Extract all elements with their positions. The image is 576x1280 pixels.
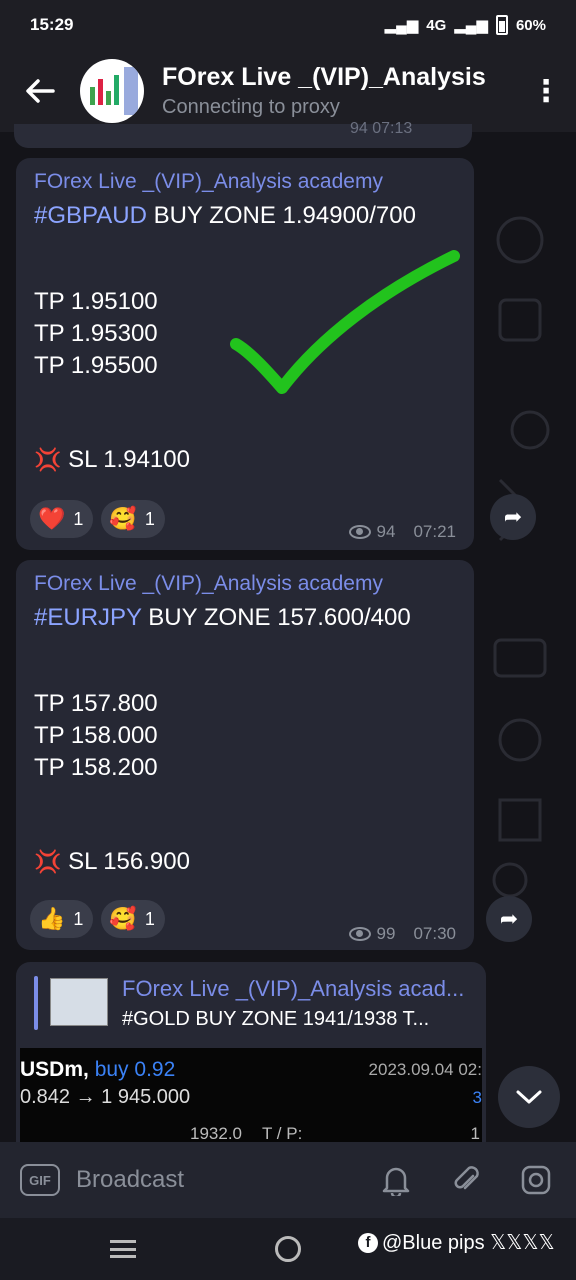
previous-time: 07:13 bbox=[372, 120, 413, 137]
message-author: FOrex Live _(VIP)_Analysis academy bbox=[34, 572, 383, 595]
message-bubble[interactable]: FOrex Live _(VIP)_Analysis academy #EURJ… bbox=[16, 560, 474, 950]
battery-percent: 60% bbox=[515, 16, 546, 34]
reactions-row: 👍 1 🥰 1 bbox=[30, 900, 165, 938]
header-text[interactable]: FOrex Live _(VIP)_Analysis Connecting to… bbox=[162, 63, 516, 119]
anger-icon: 💢 bbox=[34, 447, 62, 472]
chevron-down-icon bbox=[516, 1090, 542, 1104]
watermark: f @Blue pips 𝕏𝕏𝕏𝕏 bbox=[358, 1230, 555, 1255]
hashtag-link[interactable]: #GBPAUD bbox=[34, 202, 147, 229]
back-arrow-icon[interactable] bbox=[0, 50, 80, 132]
share-arrow-icon[interactable]: ➦ bbox=[490, 494, 536, 540]
trade-right-number: 3 bbox=[472, 1088, 482, 1107]
chat-header: FOrex Live _(VIP)_Analysis Connecting to… bbox=[0, 50, 576, 132]
more-menu-icon[interactable]: ⋮ bbox=[516, 50, 576, 132]
reply-quote-bar bbox=[34, 976, 38, 1030]
trade-action: buy 0.92 bbox=[94, 1058, 176, 1081]
status-time: 15:29 bbox=[30, 15, 74, 34]
thumbs-up-icon: 👍 bbox=[38, 906, 66, 931]
trade-screenshot[interactable]: USDm, buy 0.92 2023.09.04 02: 0.842 → 1 … bbox=[20, 1048, 482, 1152]
tp-line: TP 157.800 bbox=[34, 690, 158, 717]
scroll-down-button[interactable] bbox=[498, 1066, 560, 1128]
previous-views: 94 bbox=[350, 120, 368, 137]
message-author: FOrex Live _(VIP)_Analysis academy bbox=[34, 170, 383, 193]
trade-price: 0.842 → 1 945.000 bbox=[20, 1086, 191, 1108]
smiling-hearts-icon: 🥰 bbox=[109, 506, 137, 531]
hashtag-link[interactable]: #EURJPY bbox=[34, 604, 142, 631]
reply-thumbnail bbox=[50, 978, 108, 1026]
view-count: 99 bbox=[376, 924, 396, 943]
trade-tp-label: T / P: bbox=[262, 1124, 303, 1143]
reaction-smiling-hearts[interactable]: 🥰 1 bbox=[101, 900, 165, 938]
watermark-text: @Blue pips 𝕏𝕏𝕏𝕏 bbox=[382, 1232, 555, 1254]
signal-strength-icon: ▂▄▆ bbox=[454, 17, 488, 34]
message-headline: #GBPAUD BUY ZONE 1.94900/700 bbox=[34, 200, 456, 232]
trade-symbol-line: USDm, buy 0.92 bbox=[20, 1058, 175, 1082]
camera-instagram-icon[interactable] bbox=[516, 1160, 556, 1200]
sl-text: SL 156.900 bbox=[68, 848, 190, 875]
checkmark-icon bbox=[230, 250, 460, 394]
trade-low-value: 1932.0 bbox=[190, 1124, 242, 1143]
anger-icon: 💢 bbox=[34, 849, 62, 874]
battery-icon bbox=[495, 15, 508, 35]
message-meta: 99 07:30 bbox=[348, 924, 456, 944]
reaction-count: 1 bbox=[73, 908, 84, 929]
reaction-count: 1 bbox=[144, 508, 155, 529]
status-icons: ▂▄▆ 4G ▂▄▆ 60% bbox=[385, 15, 546, 35]
message-headline: #EURJPY BUY ZONE 157.600/400 bbox=[34, 602, 456, 634]
buy-zone-text: BUY ZONE 157.600/400 bbox=[141, 604, 411, 631]
share-arrow-icon[interactable]: ➦ bbox=[486, 896, 532, 942]
message-time: 07:30 bbox=[413, 924, 456, 943]
trade-right-low: 1 bbox=[470, 1124, 480, 1143]
reaction-heart[interactable]: ❤️ 1 bbox=[30, 500, 94, 538]
view-count: 94 bbox=[376, 522, 396, 541]
message-bubble[interactable]: FOrex Live _(VIP)_Analysis academy #GBPA… bbox=[16, 158, 474, 550]
broadcast-bar: GIF Broadcast bbox=[0, 1142, 576, 1218]
reaction-smiling-hearts[interactable]: 🥰 1 bbox=[101, 500, 165, 538]
tp-line: TP 158.000 bbox=[34, 722, 158, 749]
reaction-count: 1 bbox=[144, 908, 155, 929]
heart-icon: ❤️ bbox=[38, 506, 66, 531]
attach-paperclip-icon[interactable] bbox=[446, 1160, 486, 1200]
network-type: 4G bbox=[426, 16, 447, 34]
previous-message-meta: 94 07:13 bbox=[350, 120, 412, 138]
channel-title: FOrex Live _(VIP)_Analysis bbox=[162, 63, 486, 91]
reply-text: #GOLD BUY ZONE 1941/1938 T... bbox=[122, 1008, 430, 1030]
home-circle-icon[interactable] bbox=[275, 1236, 301, 1262]
sl-line: 💢 SL 1.94100 bbox=[34, 444, 456, 476]
broadcast-input[interactable]: Broadcast bbox=[76, 1166, 346, 1194]
views-icon bbox=[348, 525, 371, 539]
trade-symbol: USDm, bbox=[20, 1058, 89, 1081]
sl-line: 💢 SL 156.900 bbox=[34, 846, 456, 878]
connection-status: Connecting to proxy bbox=[162, 96, 340, 118]
recents-menu-icon[interactable] bbox=[110, 1240, 136, 1258]
reply-author: FOrex Live _(VIP)_Analysis acad... bbox=[122, 976, 465, 1001]
bell-icon[interactable] bbox=[376, 1160, 416, 1200]
status-bar: 15:29 ▂▄▆ 4G ▂▄▆ 60% bbox=[0, 0, 576, 50]
reaction-thumbs-up[interactable]: 👍 1 bbox=[30, 900, 94, 938]
sl-text: SL 1.94100 bbox=[68, 446, 190, 473]
reactions-row: ❤️ 1 🥰 1 bbox=[30, 500, 165, 538]
smiling-hearts-icon: 🥰 bbox=[109, 906, 137, 931]
forwarded-message-bubble[interactable]: FOrex Live _(VIP)_Analysis acad... #GOLD… bbox=[16, 962, 486, 1152]
message-time: 07:21 bbox=[413, 522, 456, 541]
facebook-icon: f bbox=[358, 1232, 378, 1253]
views-icon bbox=[348, 927, 371, 941]
reaction-count: 1 bbox=[73, 508, 84, 529]
trade-date: 2023.09.04 02: bbox=[368, 1060, 482, 1079]
buy-zone-text: BUY ZONE 1.94900/700 bbox=[146, 202, 416, 229]
message-meta: 94 07:21 bbox=[348, 522, 456, 542]
tp-line: TP 158.200 bbox=[34, 754, 158, 781]
signal-icon: ▂▄▆ bbox=[384, 17, 419, 34]
channel-avatar[interactable] bbox=[80, 59, 144, 123]
gif-button[interactable]: GIF bbox=[20, 1164, 60, 1196]
